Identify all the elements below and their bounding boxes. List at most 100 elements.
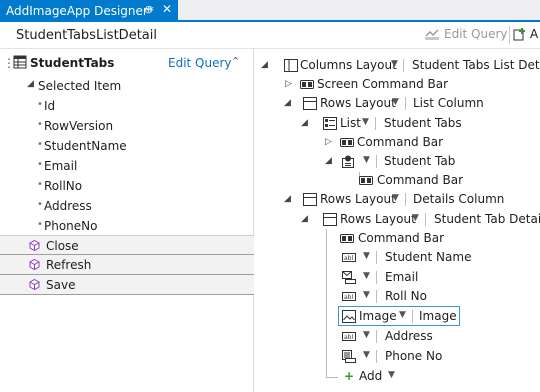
separator <box>376 350 377 363</box>
command-item-save[interactable]: Save <box>0 275 254 295</box>
rows-layout-icon <box>303 193 317 206</box>
separator <box>403 59 404 72</box>
student-tab-label: Student Tab <box>384 154 456 168</box>
query-root-row[interactable]: ⋮ StudentTabs Edit Query ⌃ <box>0 53 254 73</box>
address-label: Address <box>385 329 433 343</box>
rows-layout-label: Rows Layout <box>340 212 416 226</box>
chevron-down-icon[interactable]: ▼ <box>399 310 406 320</box>
command-label: Refresh <box>46 258 92 272</box>
chevron-down-icon[interactable]: ▼ <box>391 59 398 69</box>
chevron-down-icon[interactable]: ▼ <box>392 193 399 203</box>
field-label: Id <box>44 99 56 113</box>
separator <box>375 117 376 130</box>
field-item[interactable]: • Email <box>0 156 254 176</box>
selected-item-node[interactable]: ◢ Selected Item <box>0 76 254 96</box>
bullet-icon: • <box>37 99 43 110</box>
expand-triangle-icon[interactable]: ◢ <box>301 118 308 128</box>
email-address-editor-icon <box>342 271 356 284</box>
list-icon <box>323 117 337 130</box>
chevron-down-icon[interactable]: ▼ <box>363 155 370 165</box>
screen-members-panel: ⋮ StudentTabs Edit Query ⌃ ◢ Selected It… <box>0 49 254 392</box>
entity-collection-icon <box>13 55 27 69</box>
command-bar-label: Command Bar <box>358 231 445 245</box>
bullet-icon: • <box>37 179 43 190</box>
address-control[interactable]: abl ▼ Address <box>255 327 540 346</box>
chevron-down-icon[interactable]: ▼ <box>363 290 370 300</box>
text-box-icon: abl <box>342 253 356 262</box>
chevron-down-icon[interactable]: ▼ <box>363 350 370 360</box>
edit-query-link[interactable]: Edit Query <box>168 56 232 70</box>
item-command-bar-node[interactable]: Command Bar <box>255 171 540 190</box>
email-label: Email <box>385 270 419 284</box>
field-item[interactable]: • StudentName <box>0 136 254 156</box>
rows-layout-label: Rows Layout <box>320 96 396 110</box>
details-column-label: Details Column <box>413 192 505 206</box>
document-tab[interactable]: AddImageApp Designer* ⊕ ✕ <box>0 0 178 22</box>
rows-layout-icon <box>323 213 337 226</box>
chevron-down-icon[interactable]: ▼ <box>392 97 399 107</box>
field-item[interactable]: • RowVersion <box>0 116 254 136</box>
field-item[interactable]: • PhoneNo <box>0 216 254 236</box>
document-tab-strip: AddImageApp Designer* ⊕ ✕ <box>0 0 540 22</box>
collapsed-triangle-icon[interactable]: ▷ <box>325 137 332 147</box>
details-command-bar-node[interactable]: Command Bar <box>255 229 540 248</box>
svg-text:abl: abl <box>344 294 353 301</box>
chevron-down-icon[interactable]: ▼ <box>363 330 370 340</box>
bullet-icon: • <box>37 139 43 150</box>
svg-text:abl: abl <box>344 255 353 262</box>
student-tab-details-label: Student Tab Details <box>434 212 540 226</box>
add-plus-icon: + <box>344 369 355 383</box>
screen-command-bar-node[interactable]: ▷ Screen Command Bar <box>255 75 540 94</box>
collapsed-triangle-icon[interactable]: ▷ <box>285 79 292 89</box>
phone-no-label: Phone No <box>385 349 443 363</box>
chevron-down-icon[interactable]: ▼ <box>412 213 419 223</box>
list-command-bar-node[interactable]: ▷ Command Bar <box>255 133 540 152</box>
rows-layout-node[interactable]: ◢ Rows Layout ▼ List Column <box>255 94 540 113</box>
rows-layout-node[interactable]: ◢ Rows Layout ▼ Details Column <box>255 190 540 209</box>
image-editor-icon <box>342 310 356 323</box>
close-icon[interactable]: ✕ <box>162 2 172 16</box>
expand-triangle-icon[interactable]: ◢ <box>284 98 291 108</box>
chevron-up-icon[interactable]: ⌃ <box>231 55 240 68</box>
expand-triangle-icon[interactable]: ◢ <box>325 156 332 166</box>
chevron-down-icon[interactable]: ▼ <box>363 251 370 261</box>
command-bar-icon <box>359 176 373 185</box>
chevron-down-icon[interactable]: ▼ <box>362 117 369 127</box>
chevron-down-icon[interactable]: ▼ <box>388 370 395 380</box>
field-item[interactable]: • Id <box>0 96 254 116</box>
student-name-control[interactable]: abl ▼ Student Name <box>255 248 540 267</box>
field-item[interactable]: • RollNo <box>0 176 254 196</box>
bullet-icon: • <box>37 159 43 170</box>
image-control[interactable]: Image ▼ Image <box>255 307 540 326</box>
toolbar-edit-query-button[interactable]: Edit Query <box>424 27 508 41</box>
toolbar-edit-query-label: Edit Query <box>444 27 508 41</box>
command-bar-icon <box>340 234 354 243</box>
expand-triangle-icon[interactable]: ◢ <box>261 60 268 70</box>
add-label: Add <box>359 369 383 383</box>
edit-query-icon <box>425 29 439 40</box>
chevron-down-icon[interactable]: ▼ <box>363 271 370 281</box>
field-item[interactable]: • Address <box>0 196 254 216</box>
columns-layout-node[interactable]: ◢ Columns Layout ▼ Student Tabs List Det… <box>255 56 540 75</box>
expand-triangle-icon[interactable]: ◢ <box>284 194 291 204</box>
summary-icon <box>342 155 354 168</box>
command-bar-label: Command Bar <box>377 173 464 187</box>
add-control-button[interactable]: + Add ▼ <box>255 367 540 386</box>
command-item-close[interactable]: Close <box>0 235 254 255</box>
toolbar-add-label: A <box>530 27 539 41</box>
toolbar-add-button[interactable]: A <box>513 27 538 41</box>
rows-layout-icon <box>303 97 317 110</box>
text-box-icon: abl <box>342 292 356 301</box>
list-node[interactable]: ◢ List ▼ Student Tabs <box>255 114 540 133</box>
roll-no-control[interactable]: abl ▼ Roll No <box>255 287 540 306</box>
expand-triangle-icon[interactable]: ◢ <box>301 214 308 224</box>
expand-triangle-icon[interactable]: ◢ <box>27 79 34 89</box>
student-tab-node[interactable]: ◢ ▼ Student Tab <box>255 152 540 171</box>
phone-no-control[interactable]: ▼ Phone No <box>255 347 540 366</box>
command-item-refresh[interactable]: Refresh <box>0 255 254 275</box>
screen-name-label: Student Tabs List Detail <box>412 58 540 72</box>
pin-icon[interactable]: ⊕ <box>144 3 153 16</box>
rows-layout-label: Rows Layout <box>320 192 396 206</box>
rows-layout-node[interactable]: ◢ Rows Layout ▼ Student Tab Details <box>255 210 540 229</box>
email-control[interactable]: ▼ Email <box>255 268 540 287</box>
